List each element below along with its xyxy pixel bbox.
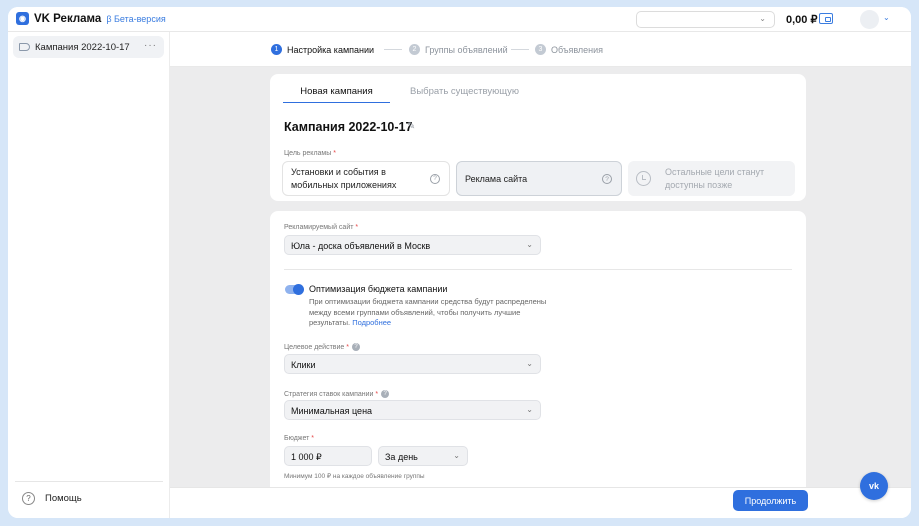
chevron-down-icon: ⌄ (526, 240, 533, 249)
chevron-down-icon: ⌄ (453, 451, 460, 460)
goal-option-website[interactable]: Реклама сайта ? (456, 161, 622, 196)
help-link[interactable]: ? Помощь (22, 492, 82, 505)
target-action-select[interactable]: Клики ⌄ (284, 354, 541, 374)
optimization-description: При оптимизации бюджета кампании средств… (309, 297, 547, 327)
step-number: 3 (535, 44, 546, 55)
chevron-down-icon: ⌄ (526, 359, 533, 368)
goal-option-label: Остальные цели станут доступны позже (665, 167, 765, 190)
budget-input[interactable]: 1 000 ₽ (284, 446, 372, 466)
pencil-icon[interactable]: ✎ (407, 121, 415, 132)
step-connector (384, 49, 402, 50)
target-action-label: Целевое действие *? (284, 343, 360, 351)
sidebar-item-label: Кампания 2022-10-17 (35, 41, 130, 53)
goal-label: Цель рекламы * (284, 150, 336, 157)
step-label: Объявления (551, 44, 604, 55)
toggle-knob (293, 284, 304, 295)
site-select[interactable]: Юла - доска объявлений в Москв ⌄ (284, 235, 541, 255)
vk-logo-icon: ◉ (16, 12, 29, 25)
help-label: Помощь (45, 493, 82, 504)
account-select[interactable]: ⌄ (636, 11, 775, 28)
tab-new-campaign[interactable]: Новая кампания (283, 86, 390, 103)
question-icon: ? (22, 492, 35, 505)
clock-icon (636, 171, 651, 186)
bid-strategy-value: Минимальная цена (291, 406, 373, 416)
step-campaign-setup[interactable]: 1 Настройка кампании (271, 44, 374, 55)
budget-hint: Минимум 100 ₽ на каждое объявление групп… (284, 473, 425, 480)
budget-period-value: За день (385, 452, 418, 462)
settings-card: Рекламируемый сайт * Юла - доска объявле… (270, 211, 806, 487)
continue-button[interactable]: Продолжить (733, 490, 808, 511)
app-window: ◉ VK Реклама β Бета-версия ⌄ 0,00 ₽ ⌄ Ка… (8, 7, 911, 518)
beta-badge: β Бета-версия (106, 13, 166, 24)
more-options-icon[interactable]: ··· (144, 40, 157, 51)
question-icon[interactable]: ? (602, 174, 612, 184)
goal-option-label: Установки и события в мобильных приложен… (291, 167, 397, 190)
step-number: 2 (409, 44, 420, 55)
megaphone-icon (19, 43, 30, 51)
step-label: Группы объявлений (425, 44, 508, 55)
balance-amount[interactable]: 0,00 ₽ (786, 13, 817, 26)
divider (284, 269, 792, 270)
question-icon[interactable]: ? (381, 390, 390, 398)
bid-strategy-label: Стратегия ставок кампании *? (284, 390, 390, 398)
campaign-title: Кампания 2022-10-17 (284, 120, 413, 134)
goal-option-coming-soon: Остальные цели станут доступны позже (628, 161, 795, 196)
sidebar-item-campaign[interactable]: Кампания 2022-10-17 ··· (13, 36, 164, 58)
optimization-title: Оптимизация бюджета кампании (309, 284, 448, 294)
main-content: Новая кампания Выбрать существующую Камп… (170, 67, 911, 487)
footer-bar: Продолжить (170, 487, 911, 518)
vk-chat-button[interactable]: vk (860, 472, 888, 500)
avatar[interactable] (860, 10, 879, 29)
top-bar: ◉ VK Реклама β Бета-версия ⌄ 0,00 ₽ ⌄ (8, 7, 911, 32)
question-icon[interactable]: ? (352, 343, 360, 351)
site-select-value: Юла - доска объявлений в Москв (291, 241, 431, 251)
wallet-icon[interactable] (819, 13, 833, 24)
step-connector (511, 49, 529, 50)
bid-strategy-select[interactable]: Минимальная цена ⌄ (284, 400, 541, 420)
budget-period-select[interactable]: За день ⌄ (378, 446, 468, 466)
logo[interactable]: ◉ VK Реклама β Бета-версия (16, 12, 166, 25)
chevron-down-icon: ⌄ (759, 14, 766, 23)
target-action-value: Клики (291, 360, 316, 370)
chevron-down-icon: ⌄ (526, 405, 533, 414)
step-number: 1 (271, 44, 282, 55)
divider (15, 481, 163, 482)
sidebar: Кампания 2022-10-17 ··· ? Помощь (8, 32, 170, 518)
goal-option-mobile-apps[interactable]: Установки и события в мобильных приложен… (282, 161, 450, 196)
logo-text: VK Реклама (34, 12, 102, 25)
question-icon[interactable]: ? (430, 174, 440, 184)
campaign-card: Новая кампания Выбрать существующую Камп… (270, 74, 806, 201)
budget-value: 1 000 ₽ (291, 452, 322, 462)
tab-choose-existing[interactable]: Выбрать существующую (410, 86, 519, 97)
chevron-down-icon[interactable]: ⌄ (883, 13, 890, 22)
budget-optimization-toggle[interactable] (285, 284, 304, 295)
step-label: Настройка кампании (287, 44, 375, 55)
goal-option-label: Реклама сайта (465, 173, 528, 184)
learn-more-link[interactable]: Подробнее (352, 318, 391, 327)
step-ads[interactable]: 3 Объявления (535, 44, 603, 55)
step-ad-groups[interactable]: 2 Группы объявлений (409, 44, 508, 55)
stepper: 1 Настройка кампании 2 Группы объявлений… (170, 32, 911, 67)
budget-label: Бюджет * (284, 435, 315, 442)
site-label: Рекламируемый сайт * (284, 224, 359, 231)
